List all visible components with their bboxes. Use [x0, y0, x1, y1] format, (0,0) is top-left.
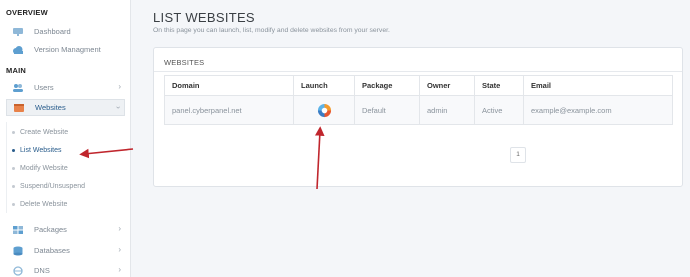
bullet-icon: [12, 203, 15, 206]
sidebar-item-databases[interactable]: Databases ›: [6, 242, 125, 259]
packages-icon: [12, 225, 24, 235]
bullet-icon: [12, 185, 15, 188]
submenu-modify-website[interactable]: Modify Website: [12, 165, 68, 172]
column-header-package: Package: [354, 75, 420, 96]
column-header-launch: Launch: [293, 75, 355, 96]
cell-state: Active: [474, 95, 524, 125]
bullet-icon: [12, 149, 15, 152]
table-row: panel.cyberpanel.net Default admin Activ…: [164, 95, 673, 125]
cell-domain: panel.cyberpanel.net: [164, 95, 294, 125]
dns-icon: [12, 265, 24, 276]
chevron-right-icon: ›: [118, 265, 121, 274]
sidebar-item-label: DNS: [34, 266, 50, 275]
sidebar-item-label: Dashboard: [34, 27, 71, 36]
sidebar-item-users[interactable]: Users ›: [6, 79, 125, 96]
submenu-delete-website[interactable]: Delete Website: [12, 201, 67, 208]
main-heading: MAIN: [6, 66, 26, 75]
cell-package: Default: [354, 95, 420, 125]
websites-table: Domain Launch Package Owner State Email …: [164, 75, 673, 125]
submenu-list-websites[interactable]: List Websites: [12, 147, 62, 154]
cell-email: example@example.com: [523, 95, 673, 125]
database-icon: [12, 246, 24, 256]
table-header-row: Domain Launch Package Owner State Email: [164, 75, 673, 96]
submenu-label: List Websites: [20, 147, 62, 154]
chevron-right-icon: ›: [118, 245, 121, 254]
sidebar-item-dashboard[interactable]: Dashboard: [6, 23, 125, 40]
submenu-label: Modify Website: [20, 165, 68, 172]
chevron-right-icon: ›: [118, 224, 121, 233]
sidebar-item-websites[interactable]: Websites ›: [6, 99, 125, 116]
sidebar-item-dns[interactable]: DNS ›: [6, 262, 125, 277]
bullet-icon: [12, 131, 15, 134]
sidebar-item-label: Packages: [34, 225, 67, 234]
sidebar-item-label: Websites: [35, 103, 66, 112]
chevron-down-icon: ›: [114, 106, 124, 109]
users-icon: [12, 83, 24, 93]
chevron-right-icon: ›: [118, 82, 121, 91]
submenu-label: Create Website: [20, 129, 69, 136]
cell-launch: [293, 95, 355, 125]
column-header-email: Email: [523, 75, 673, 96]
submenu-create-website[interactable]: Create Website: [12, 129, 68, 136]
monitor-icon: [12, 27, 24, 37]
cell-owner: admin: [419, 95, 475, 125]
sidebar-item-packages[interactable]: Packages ›: [6, 221, 125, 238]
bullet-icon: [12, 167, 15, 170]
sidebar-item-version-managment[interactable]: Version Managment: [6, 41, 125, 58]
sidebar-item-label: Version Managment: [34, 45, 101, 54]
submenu-label: Delete Website: [20, 201, 68, 208]
pagination-page-button[interactable]: 1: [510, 147, 526, 163]
cloud-icon: [12, 45, 24, 55]
column-header-owner: Owner: [419, 75, 475, 96]
submenu-label: Suspend/Unsuspend: [20, 183, 85, 190]
sidebar-item-label: Users: [34, 83, 54, 92]
sidebar-item-label: Databases: [34, 246, 70, 255]
column-header-state: State: [474, 75, 524, 96]
sidebar: OVERVIEW Dashboard Version Managment MAI…: [0, 0, 131, 277]
card-title: WEBSITES: [164, 58, 205, 67]
page-title: LIST WEBSITES: [153, 10, 255, 25]
page-subtitle: On this page you can launch, list, modif…: [153, 27, 390, 34]
launch-icon[interactable]: [317, 103, 332, 118]
globe-icon: [13, 103, 25, 113]
card-divider: [154, 71, 682, 72]
overview-heading: OVERVIEW: [6, 8, 48, 17]
column-header-domain: Domain: [164, 75, 294, 96]
websites-card: WEBSITES Domain Launch Package Owner Sta…: [153, 47, 683, 187]
submenu-suspend-unsuspend[interactable]: Suspend/Unsuspend: [12, 183, 85, 190]
